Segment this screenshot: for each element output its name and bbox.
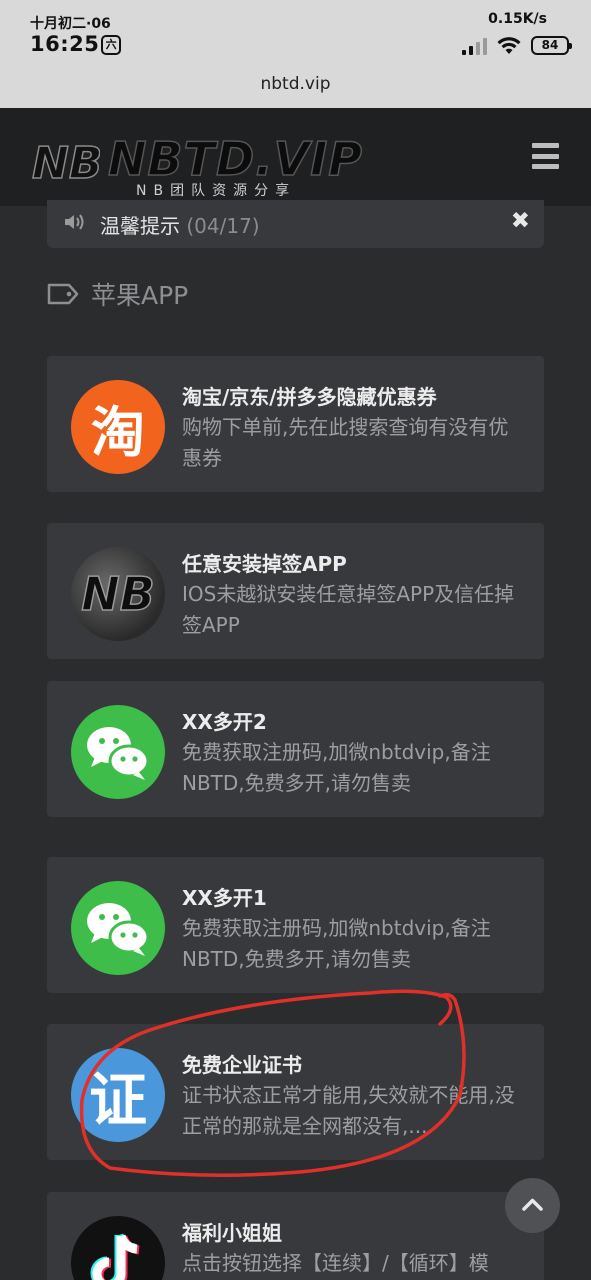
app-card-install[interactable]: NB 任意安装掉签APP IOS未越狱安装任意掉签APP及信任掉签APP: [47, 523, 544, 659]
menu-button[interactable]: [532, 143, 559, 169]
card-title: 免费企业证书: [182, 1053, 302, 1077]
tag-icon: [47, 283, 79, 305]
signal-icon: [462, 37, 487, 55]
card-description: 免费获取注册码,加微nbtdvip,备注NBTD,免费多开,请勿售卖: [182, 916, 491, 971]
svg-text:NB: NB: [32, 138, 100, 189]
close-icon[interactable]: ✖: [511, 208, 530, 234]
app-card-certificate[interactable]: 证 免费企业证书 证书状态正常才能用,失效就不能用,没正常的那就是全网都没有,.…: [47, 1024, 544, 1160]
notice-count: (04/17): [186, 214, 260, 238]
logo-subtitle: NB团队资源分享: [136, 183, 297, 199]
card-title: 淘宝/京东/拼多多隐藏优惠券: [182, 385, 437, 409]
logo-title: NBTD.VIP: [107, 131, 364, 187]
certificate-icon: 证: [71, 1048, 165, 1142]
speaker-icon: [65, 214, 84, 230]
card-title: XX多开1: [182, 886, 267, 910]
nb-logo-icon: NB: [31, 137, 100, 190]
status-time: 16:25 六: [30, 32, 122, 56]
scroll-top-button[interactable]: [505, 1178, 560, 1233]
card-description: 购物下单前,先在此搜索查询有没有优惠券: [182, 415, 509, 470]
card-description: IOS未越狱安装任意掉签APP及信任掉签APP: [182, 582, 515, 637]
section-title: 苹果APP: [47, 278, 188, 310]
app-card-video[interactable]: 福利小姐姐 点击按钮选择【连续】/【循环】模: [47, 1192, 544, 1280]
weekday-badge: 六: [101, 35, 122, 55]
status-time-text: 16:25: [30, 32, 100, 56]
card-description: 免费获取注册码,加微nbtdvip,备注NBTD,免费多开,请勿售卖: [182, 740, 491, 795]
section-title-text: 苹果APP: [91, 281, 189, 310]
notice-bar: 温馨提示 (04/17) ✖: [47, 200, 544, 248]
card-title: 福利小姐姐: [182, 1221, 282, 1245]
network-speed: 0.15K/s: [488, 11, 547, 27]
status-bar: 十月初二·06 16:25 六 0.15K/s 84: [0, 0, 591, 64]
wifi-icon: [497, 37, 521, 54]
app-card-taobao[interactable]: 淘 淘宝/京东/拼多多隐藏优惠券 购物下单前,先在此搜索查询有没有优惠券: [47, 356, 544, 492]
card-description: 证书状态正常才能用,失效就不能用,没正常的那就是全网都没有,...: [182, 1083, 515, 1138]
notice-text[interactable]: 温馨提示 (04/17): [100, 210, 260, 239]
card-description: 点击按钮选择【连续】/【循环】模: [182, 1251, 489, 1275]
app-card-multi-1[interactable]: XX多开1 免费获取注册码,加微nbtdvip,备注NBTD,免费多开,请勿售卖: [47, 857, 544, 993]
chevron-up-icon: [522, 1198, 543, 1211]
battery-icon: 84: [531, 36, 572, 55]
hamburger-icon: [532, 143, 559, 148]
tiktok-icon: [71, 1216, 165, 1280]
app-card-multi-2[interactable]: XX多开2 免费获取注册码,加微nbtdvip,备注NBTD,免费多开,请勿售卖: [47, 681, 544, 817]
status-icons: 84: [462, 33, 572, 55]
nb-logo-icon: NB: [71, 547, 165, 641]
notice-label: 温馨提示: [100, 214, 180, 238]
site-logo[interactable]: NB NBTD.VIP NB团队资源分享: [30, 122, 363, 199]
wechat-icon: [71, 705, 165, 799]
site-header: NB NBTD.VIP NB团队资源分享: [0, 108, 591, 206]
card-title: XX多开2: [182, 710, 267, 734]
status-date: 十月初二·06: [30, 16, 111, 32]
card-title: 任意安装掉签APP: [182, 552, 347, 576]
wechat-icon: [71, 881, 165, 975]
address-bar[interactable]: nbtd.vip: [0, 64, 591, 108]
taobao-icon: 淘: [71, 380, 165, 474]
